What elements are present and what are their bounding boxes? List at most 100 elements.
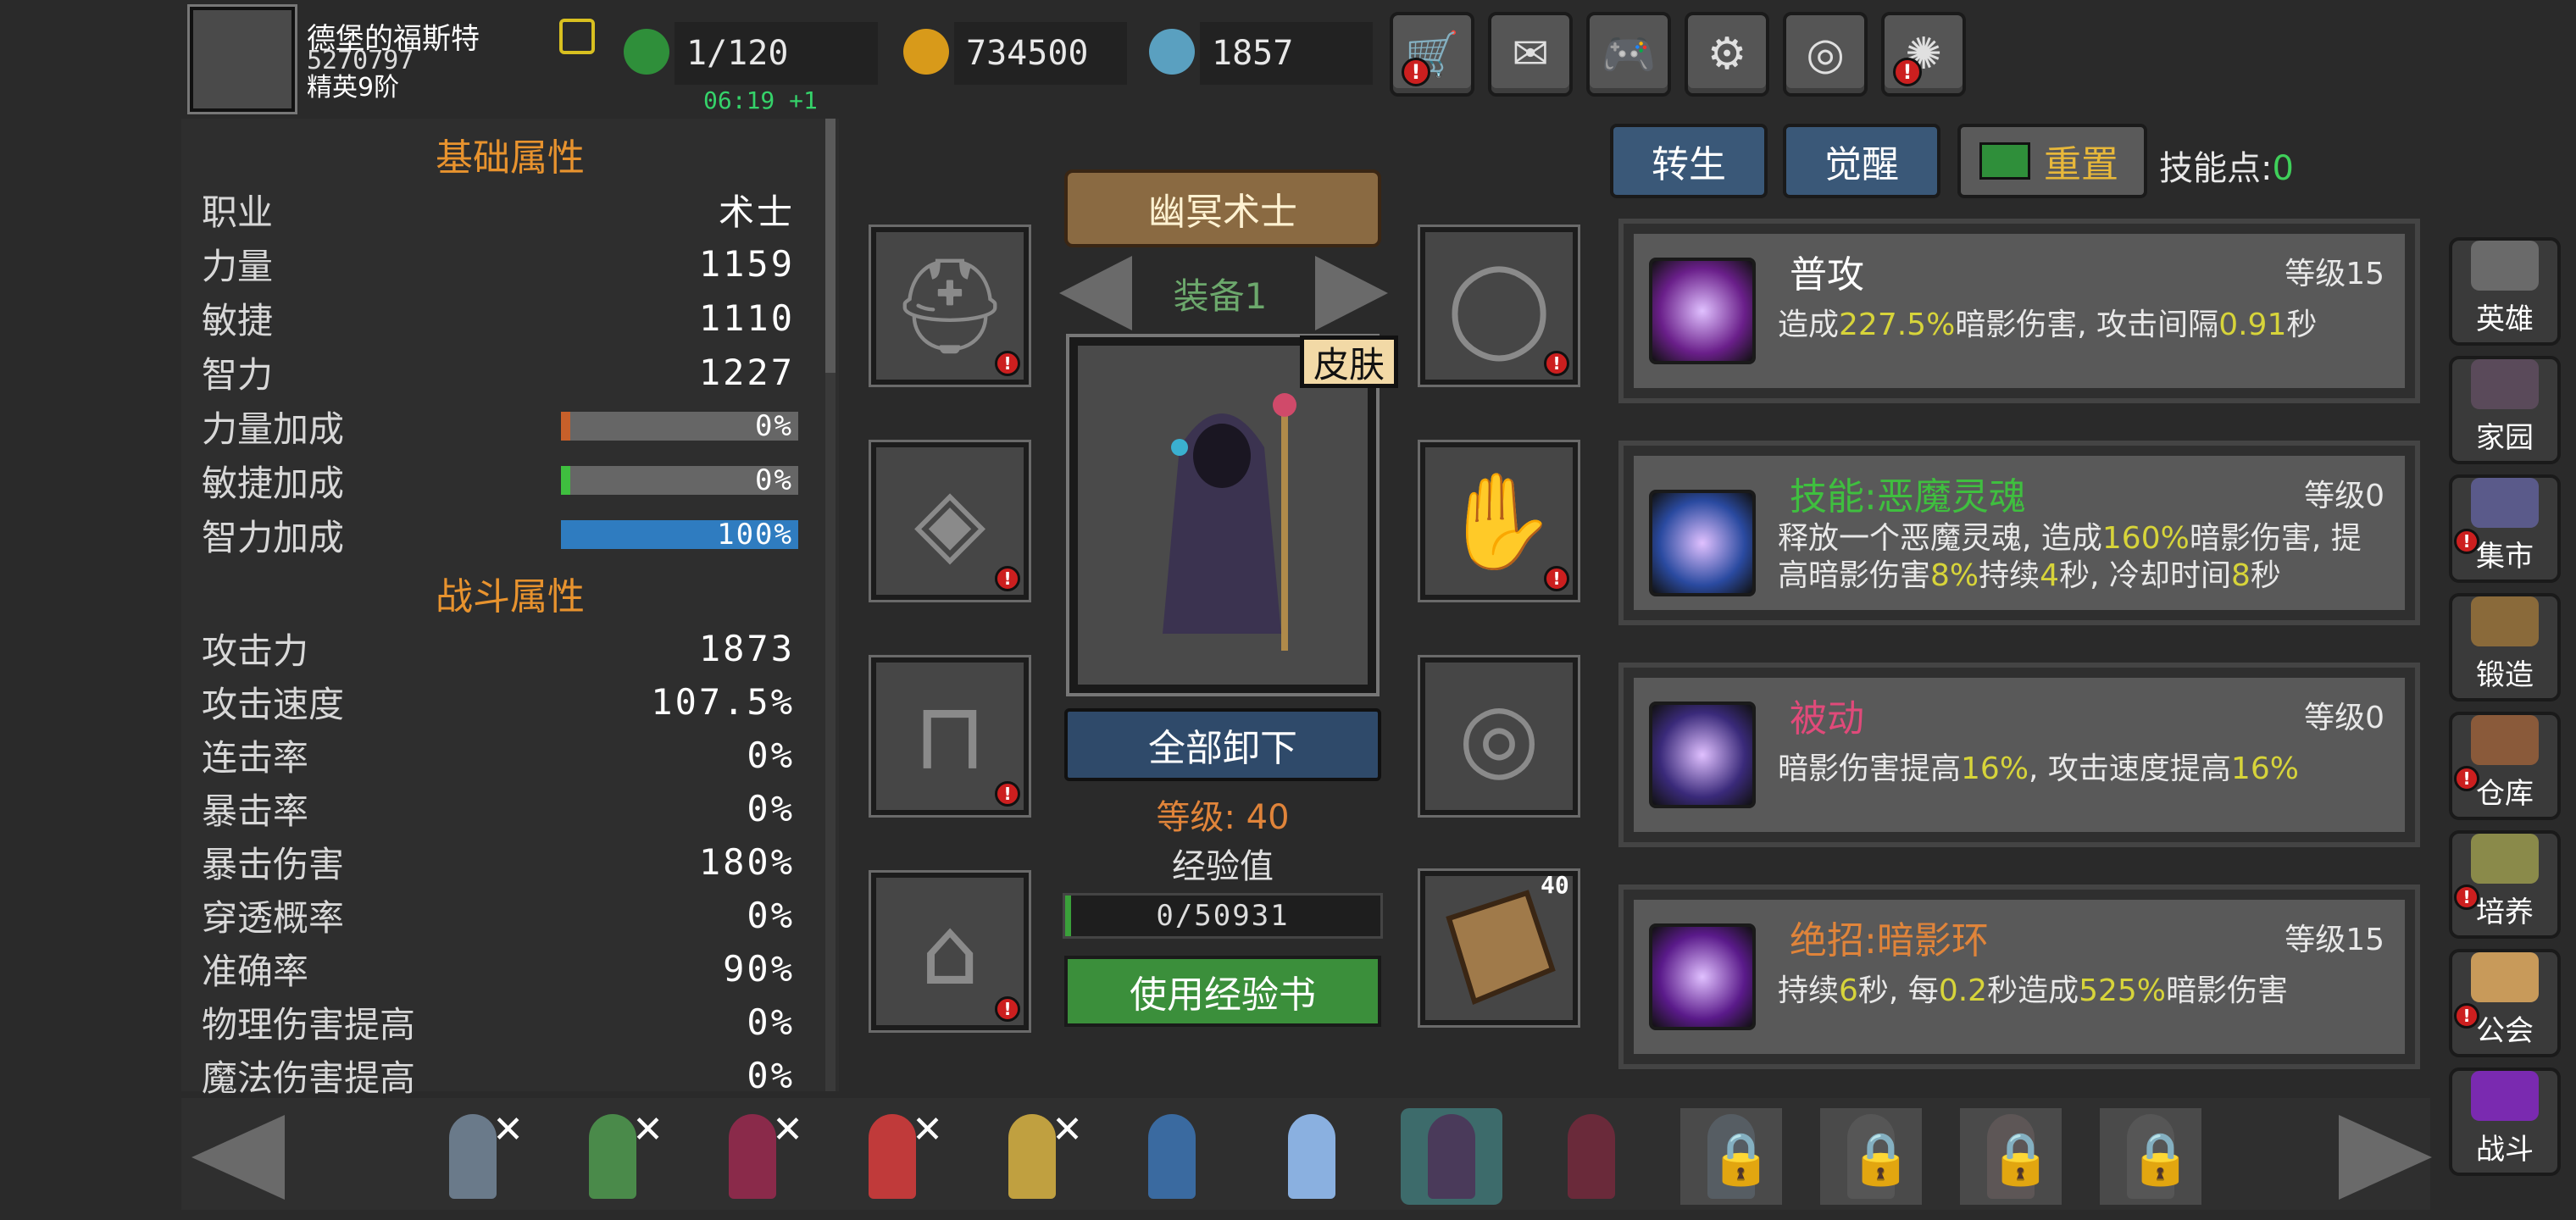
hero-dismiss-icon[interactable]: ✕	[632, 1108, 663, 1151]
lock-icon: 🔒	[1849, 1129, 1913, 1189]
ring-slot[interactable]: ◎	[1418, 655, 1580, 818]
nav-0[interactable]: 英雄	[2449, 237, 2561, 346]
rebirth-button[interactable]: 转生	[1610, 124, 1768, 198]
gamepad-button[interactable]: 🎮	[1586, 12, 1671, 97]
leggings-slot[interactable]: ⊓!	[869, 655, 1031, 818]
hero-portrait	[1066, 334, 1380, 696]
skill-points: 技能点:0	[2159, 141, 2294, 190]
edit-name-icon[interactable]	[559, 19, 595, 54]
nav-7[interactable]: 战斗	[2449, 1068, 2561, 1176]
combat-attrs-title: 战斗属性	[436, 575, 585, 618]
hero-slot[interactable]	[1121, 1108, 1223, 1205]
skill-card[interactable]: 被动 等级0 暗影伤害提高16%, 攻击速度提高16%	[1618, 663, 2420, 847]
fireworks-button[interactable]: ✺!	[1881, 12, 1966, 97]
hero-slot[interactable]: ✕	[981, 1108, 1083, 1205]
necklace-slot[interactable]: ◯!	[1418, 225, 1580, 387]
boots-icon: ⌂	[920, 897, 980, 1006]
armor-icon: ◈	[913, 467, 986, 575]
hero-slot[interactable]	[1541, 1108, 1642, 1205]
gloves-slot[interactable]: ✋!	[1418, 440, 1580, 602]
nav-1[interactable]: 家园	[2449, 356, 2561, 464]
nav-label: 公会	[2476, 1014, 2534, 1048]
skill-desc-highlight: 0.91	[2218, 308, 2287, 342]
helmet-slot[interactable]: ⛑!	[869, 225, 1031, 387]
stat-value: 0%	[747, 1001, 795, 1043]
nav-4[interactable]: 仓库!	[2449, 712, 2561, 820]
hero-dismiss-icon[interactable]: ✕	[772, 1108, 803, 1151]
skill-card[interactable]: 技能:恶魔灵魂 等级0 释放一个恶魔灵魂, 造成160%暗影伤害, 提高暗影伤害8%…	[1618, 441, 2420, 625]
hero-slot[interactable]: ✕	[702, 1108, 803, 1205]
stat-row: 暴击率 0%	[202, 782, 795, 835]
skill-desc-text: 暗影伤害提高	[1778, 751, 1962, 786]
hero-slot[interactable]	[1401, 1108, 1502, 1205]
hero-figure	[589, 1114, 636, 1199]
skill-name: 技能:恶魔灵魂	[1790, 475, 2026, 518]
skill-level: 等级0	[2304, 701, 2384, 735]
nav-2[interactable]: 集市!	[2449, 474, 2561, 583]
nav-5[interactable]: 培养!	[2449, 830, 2561, 939]
gold-coin-icon	[903, 29, 949, 75]
stat-label: 准确率	[202, 950, 309, 992]
stat-label: 智力	[202, 353, 274, 396]
skin-button[interactable]: 皮肤	[1300, 336, 1398, 388]
settings-button[interactable]: ⚙	[1685, 12, 1769, 97]
skill-desc-highlight: 160%	[2101, 521, 2190, 556]
skill-desc-text: 暗影伤害	[2166, 973, 2289, 1008]
exp-bar: 0/50931	[1063, 893, 1383, 939]
awaken-button[interactable]: 觉醒	[1783, 124, 1940, 198]
hero-dismiss-icon[interactable]: ✕	[912, 1108, 943, 1151]
stat-label: 攻击速度	[202, 683, 345, 725]
stat-label: 攻击力	[202, 629, 309, 672]
stat-row: 连击率 0%	[202, 729, 795, 781]
hero-slot[interactable]: 🔒	[1680, 1108, 1782, 1205]
prev-hero-page-arrow[interactable]	[192, 1115, 285, 1200]
stat-value: 0%	[747, 734, 795, 776]
hero-slot[interactable]: ✕	[841, 1108, 943, 1205]
nav-3[interactable]: 锻造	[2449, 593, 2561, 702]
hero-slot[interactable]: 🔒	[2100, 1108, 2201, 1205]
skill-card[interactable]: 绝招:暗影环 等级15 持续6秒, 每0.2秒造成525%暗影伤害	[1618, 884, 2420, 1069]
stat-label: 连击率	[202, 736, 309, 779]
color-wheel-button[interactable]: ◎	[1783, 12, 1868, 97]
leggings-icon: ⊓	[913, 682, 986, 790]
hero-slot[interactable]: 🔒	[1820, 1108, 1922, 1205]
hero-dismiss-icon[interactable]: ✕	[1052, 1108, 1083, 1151]
hero-dismiss-icon[interactable]: ✕	[492, 1108, 524, 1151]
stat-label: 暴击伤害	[202, 843, 345, 885]
skill-level: 等级15	[2285, 257, 2384, 291]
hero-slot[interactable]: ✕	[562, 1108, 663, 1205]
next-set-arrow[interactable]	[1315, 256, 1388, 330]
skill-desc: 暗影伤害提高16%, 攻击速度提高16%	[1778, 751, 2388, 788]
use-exp-book-button[interactable]: 使用经验书	[1064, 956, 1381, 1027]
hero-slot[interactable]: 🔒	[1960, 1108, 2062, 1205]
unequip-all-button[interactable]: 全部卸下	[1064, 708, 1381, 781]
hero-slot[interactable]: ✕	[422, 1108, 524, 1205]
hero-slot[interactable]	[1261, 1108, 1363, 1205]
mail-icon: ✉	[1512, 29, 1549, 80]
gloves-icon: ✋	[1441, 466, 1557, 575]
nav-icon	[2471, 834, 2539, 884]
alert-badge: !	[995, 351, 1020, 376]
reset-button[interactable]: 重置	[1957, 124, 2147, 198]
armor-slot[interactable]: ◈!	[869, 440, 1031, 602]
shop-button[interactable]: 🛒!	[1390, 12, 1474, 97]
hero-figure	[869, 1114, 916, 1199]
alert-badge: !	[2454, 766, 2479, 791]
player-avatar[interactable]	[187, 4, 297, 114]
prev-set-arrow[interactable]	[1059, 256, 1132, 330]
hero-figure	[1428, 1114, 1475, 1199]
hero-figure	[1008, 1114, 1056, 1199]
energy-value: 1/120	[675, 22, 878, 85]
skill-desc-text: 持续	[1778, 973, 1840, 1008]
boots-slot[interactable]: ⌂!	[869, 870, 1031, 1033]
skill-desc-highlight: 16%	[1961, 751, 2029, 786]
stat-label: 物理伤害提高	[202, 1003, 416, 1045]
nav-6[interactable]: 公会!	[2449, 949, 2561, 1057]
stat-value: 180%	[698, 840, 795, 883]
hero-figure	[1288, 1114, 1335, 1199]
mail-button[interactable]: ✉	[1488, 12, 1573, 97]
skill-name: 被动	[1790, 697, 1864, 740]
skill-card[interactable]: 普攻 等级15 造成227.5%暗影伤害, 攻击间隔0.91秒	[1618, 219, 2420, 403]
next-hero-page-arrow[interactable]	[2339, 1115, 2432, 1200]
lock-icon: 🔒	[2129, 1129, 2192, 1189]
